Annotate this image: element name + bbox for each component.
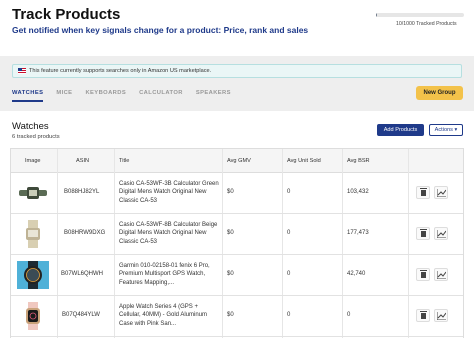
page-title: Track Products	[12, 6, 121, 23]
asin-cell: B07Q484YLW	[62, 312, 100, 318]
product-image-apple-watch	[17, 302, 49, 330]
avg-gmv-cell: $0	[227, 189, 234, 195]
avg-gmv-cell: $0	[227, 312, 234, 318]
marketplace-notice: This feature currently supports searches…	[12, 64, 462, 78]
asin-cell: B08HRW9DXG	[64, 230, 106, 236]
tab-speakers[interactable]: SPEAKERS	[196, 88, 231, 102]
trash-icon	[420, 270, 427, 278]
delete-button[interactable]	[416, 186, 430, 199]
column-header-asin: ASIN	[76, 158, 90, 164]
new-group-button[interactable]: New Group	[416, 86, 463, 100]
products-table: Image ASIN Title Avg GMV Avg Unit Sold A…	[10, 148, 464, 338]
history-chart-button[interactable]	[434, 309, 448, 322]
title-cell[interactable]: Casio CA-53WF-8B Calculator Beige Digita…	[119, 221, 219, 246]
tracked-usage-bar	[376, 13, 464, 17]
asin-cell: B088HJ82YL	[64, 189, 100, 195]
avg-gmv-cell: $0	[227, 230, 234, 236]
actions-dropdown[interactable]: Actions ▾	[429, 124, 463, 136]
product-image-casio-beige	[17, 220, 49, 248]
chart-icon	[437, 189, 446, 197]
avg-bsr-cell: 0	[347, 312, 351, 318]
trash-icon	[420, 311, 427, 319]
us-flag-icon	[18, 68, 26, 74]
tracked-usage-fill	[376, 13, 377, 17]
section-title: Watches	[12, 121, 49, 132]
table-row[interactable]: B088HJ82YL Casio CA-53WF-3B Calculator G…	[11, 173, 463, 214]
chart-icon	[437, 271, 446, 279]
delete-button[interactable]	[416, 309, 430, 322]
page-header: Track Products Get notified when key sig…	[0, 0, 474, 58]
title-cell[interactable]: Casio CA-53WF-3B Calculator Green Digita…	[119, 180, 219, 205]
title-cell[interactable]: Garmin 010-02158-01 fenix 6 Pro, Premium…	[119, 262, 219, 287]
avg-unit-sold-cell: 0	[287, 312, 291, 318]
history-chart-button[interactable]	[434, 268, 448, 281]
avg-bsr-cell: 42,740	[347, 271, 366, 277]
delete-button[interactable]	[416, 227, 430, 240]
tab-watches[interactable]: WATCHES	[12, 88, 44, 102]
column-header-avg-unit-sold: Avg Unit Sold	[287, 158, 321, 164]
avg-unit-sold-cell: 0	[287, 189, 291, 195]
history-chart-button[interactable]	[434, 227, 448, 240]
avg-gmv-cell: $0	[227, 271, 234, 277]
tab-mice[interactable]: MICE	[56, 88, 72, 102]
tracked-usage-label: 10/1000 Tracked Products	[396, 21, 457, 27]
title-cell[interactable]: Apple Watch Series 4 (GPS + Cellular, 40…	[119, 303, 219, 328]
column-header-title: Title	[119, 158, 130, 164]
page-subtitle: Get notified when key signals change for…	[12, 25, 309, 35]
tab-keyboards[interactable]: KEYBOARDS	[85, 88, 126, 102]
product-image-casio-green	[17, 179, 49, 207]
add-products-button[interactable]: Add Products	[377, 124, 424, 136]
chart-icon	[437, 312, 446, 320]
avg-bsr-cell: 103,432	[347, 189, 369, 195]
column-header-avg-bsr: Avg BSR	[347, 158, 370, 164]
trash-icon	[420, 188, 427, 196]
avg-bsr-cell: 177,473	[347, 230, 369, 236]
table-header: Image ASIN Title Avg GMV Avg Unit Sold A…	[11, 149, 463, 173]
asin-cell: B07WL6QHWH	[61, 271, 104, 277]
avg-unit-sold-cell: 0	[287, 271, 291, 277]
table-row[interactable]: B08HRW9DXG Casio CA-53WF-8B Calculator B…	[11, 214, 463, 255]
avg-unit-sold-cell: 0	[287, 230, 291, 236]
history-chart-button[interactable]	[434, 186, 448, 199]
product-image-garmin	[17, 261, 49, 289]
section-count: 6 tracked products	[12, 134, 60, 140]
chart-icon	[437, 230, 446, 238]
notice-text: This feature currently supports searches…	[29, 68, 212, 74]
column-header-image: Image	[25, 158, 41, 164]
table-row[interactable]: B07Q484YLW Apple Watch Series 4 (GPS + C…	[11, 296, 463, 337]
delete-button[interactable]	[416, 268, 430, 281]
trash-icon	[420, 229, 427, 237]
column-header-avg-gmv: Avg GMV	[227, 158, 251, 164]
tab-calculator[interactable]: CALCULATOR	[139, 88, 183, 102]
table-row[interactable]: B07WL6QHWH Garmin 010-02158-01 fenix 6 P…	[11, 255, 463, 296]
group-tabs: WATCHES MICE KEYBOARDS CALCULATOR SPEAKE…	[12, 88, 231, 102]
